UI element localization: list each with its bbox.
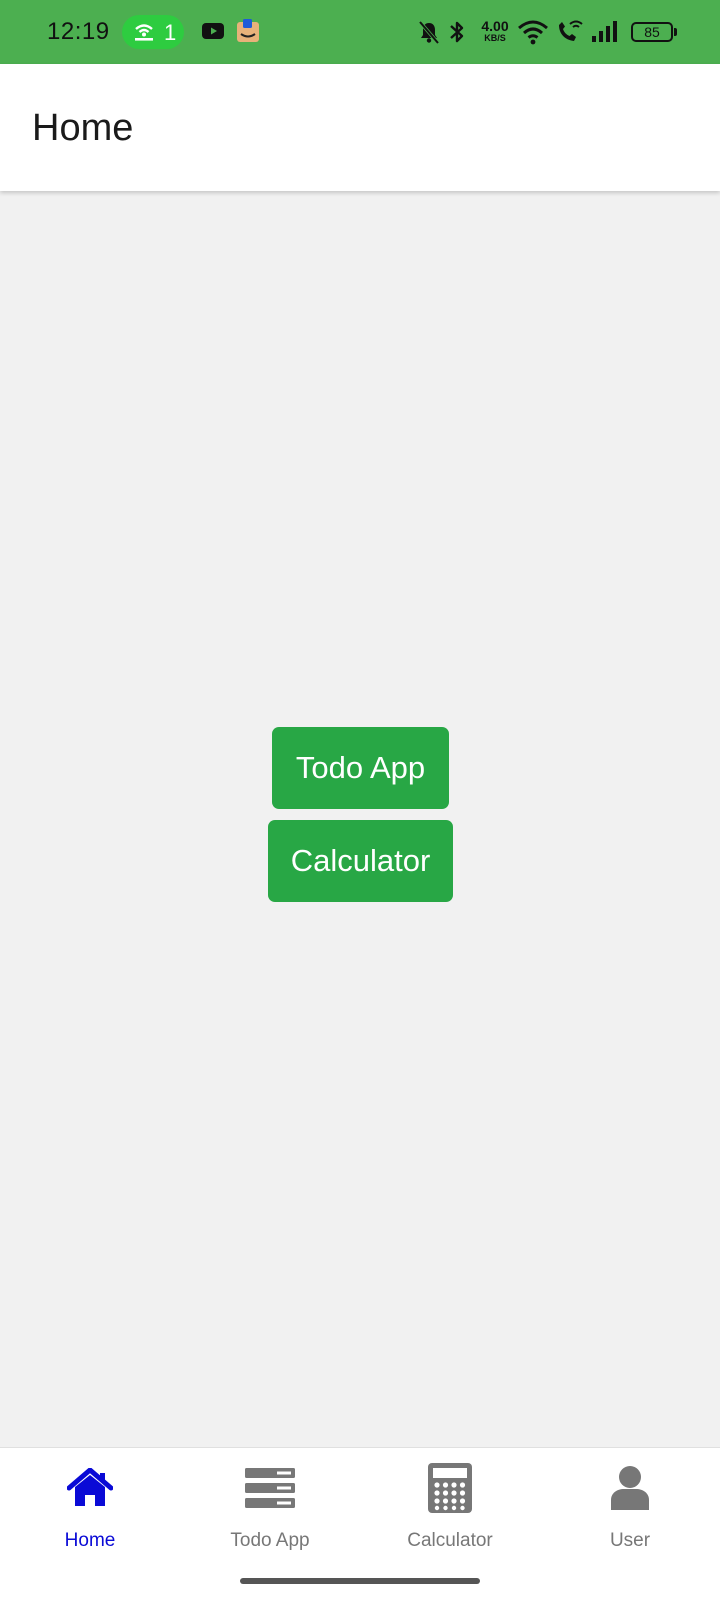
nav-label-calculator: Calculator (407, 1530, 493, 1551)
calculator-button[interactable]: Calculator (268, 820, 453, 902)
mute-bell-icon (418, 20, 440, 45)
home-indicator[interactable] (240, 1578, 480, 1584)
nav-item-todo-app[interactable]: Todo App (180, 1448, 360, 1558)
hotspot-icon (135, 24, 153, 41)
todo-app-button[interactable]: Todo App (272, 727, 449, 809)
nav-label-home: Home (64, 1530, 116, 1551)
nav-label-user: User (609, 1530, 651, 1551)
status-bar: 12:19 1 4.00 KB/S 85 (0, 0, 720, 64)
bluetooth-icon (450, 21, 464, 43)
hotspot-pill[interactable]: 1 (122, 15, 184, 49)
battery-icon: 85 (631, 22, 673, 42)
network-speed-value: 4.00 (481, 18, 509, 34)
status-time: 12:19 (47, 18, 110, 45)
hotspot-count: 1 (164, 20, 177, 45)
battery-level: 85 (644, 24, 660, 40)
list-icon (244, 1462, 296, 1514)
user-icon (604, 1462, 656, 1514)
calculator-icon (424, 1462, 476, 1514)
battery-nub (674, 28, 677, 36)
wifi-icon (518, 20, 548, 45)
nav-label-todo-app: Todo App (230, 1530, 310, 1551)
nav-item-user[interactable]: User (540, 1448, 720, 1558)
wifi-calling-icon (559, 20, 583, 41)
page-title: Home (32, 107, 134, 149)
network-speed: 4.00 KB/S (477, 19, 513, 43)
home-icon (64, 1462, 116, 1514)
amazon-icon (237, 19, 259, 42)
youtube-icon (202, 23, 224, 39)
app-bar: Home (0, 64, 720, 191)
signal-icon (592, 21, 617, 42)
nav-item-calculator[interactable]: Calculator (360, 1448, 540, 1558)
network-speed-unit: KB/S (484, 33, 506, 43)
nav-item-home[interactable]: Home (0, 1448, 180, 1558)
